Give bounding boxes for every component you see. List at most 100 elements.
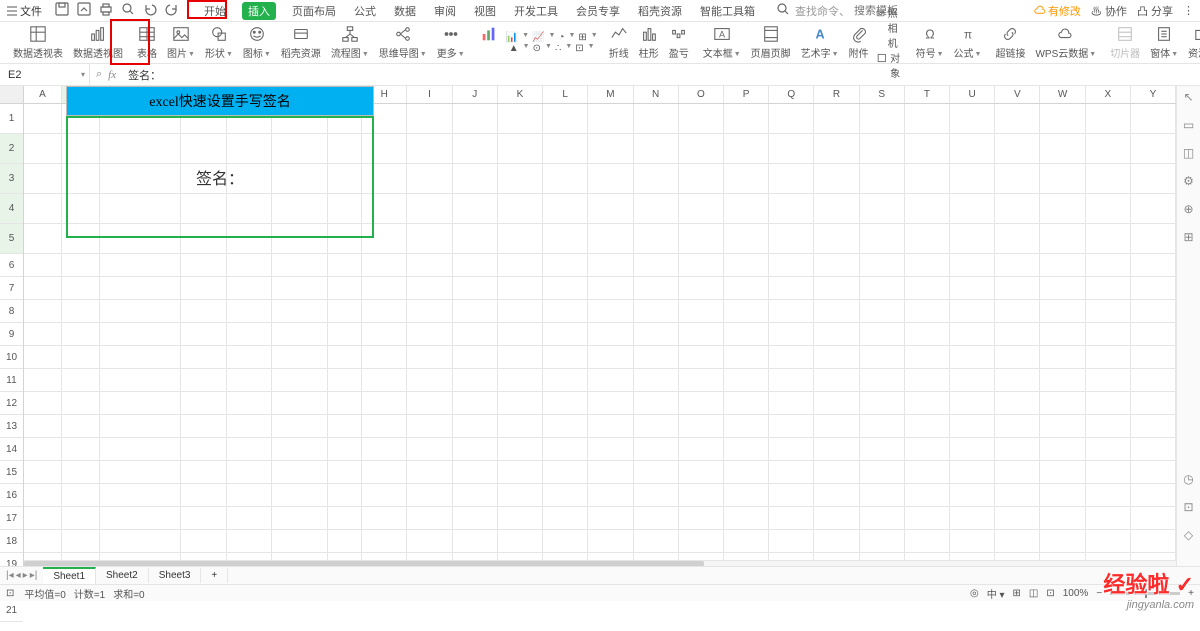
unsaved-changes[interactable]: 有修改 [1034,3,1081,19]
zoom-in-icon[interactable]: + [1188,588,1194,599]
row-header-18[interactable]: 18 [0,530,23,553]
formula-input[interactable]: 签名： [122,67,1200,83]
row-header-21[interactable]: 21 [0,599,23,622]
btn-shape[interactable]: 形状▼ [200,22,238,63]
merged-title-cell[interactable]: excel快速设置手写签名 [66,86,374,116]
row-header-10[interactable]: 10 [0,346,23,369]
backup-icon[interactable]: ⊕ [1183,202,1193,216]
name-box[interactable]: E2 [0,64,90,85]
tab-formula[interactable]: 公式 [352,1,378,21]
print-preview-icon[interactable] [120,1,136,20]
row-header-15[interactable]: 15 [0,461,23,484]
row-header-14[interactable]: 14 [0,438,23,461]
btn-equation[interactable]: π公式▼ [949,22,987,63]
row-header-2[interactable]: 2 [0,134,23,164]
row-header-3[interactable]: 3 [0,164,23,194]
tab-data[interactable]: 数据 [392,1,418,21]
tab-pagelayout[interactable]: 页面布局 [290,1,338,21]
selection-pane-icon[interactable]: ▭ [1183,118,1194,132]
btn-attachment[interactable]: 附件 [844,22,874,63]
cancel-fx-icon[interactable]: ⌕ [96,68,102,81]
signature-selection-box[interactable]: 签名： [66,116,374,238]
view-eye-icon[interactable]: ◎ [970,588,979,599]
btn-sparkline-column[interactable]: 柱形 [634,22,664,63]
col-header-N[interactable]: N [634,86,679,103]
btn-picture[interactable]: 图片▼ [162,22,200,63]
save-as-icon[interactable] [76,1,92,20]
tab-next-icon[interactable]: ▸ [23,570,28,581]
col-header-A[interactable]: A [24,86,62,103]
view-normal-icon[interactable]: ⊞ [1013,588,1021,599]
btn-icon[interactable]: 图标▼ [238,22,276,63]
tab-last-icon[interactable]: ▸| [30,570,38,581]
feedback-icon[interactable]: ⊡ [1183,500,1193,514]
col-header-O[interactable]: O [679,86,724,103]
btn-symbol[interactable]: Ω符号▼ [911,22,949,63]
select-all-corner[interactable] [0,86,23,104]
btn-wps-cloud[interactable]: WPS云数据▼ [1030,22,1101,63]
add-sheet-button[interactable]: + [201,568,228,583]
col-header-I[interactable]: I [407,86,452,103]
print-icon[interactable] [98,1,114,20]
sheet-tab-3[interactable]: Sheet3 [149,568,202,583]
tab-review[interactable]: 审阅 [432,1,458,21]
row-header-17[interactable]: 17 [0,507,23,530]
tab-start[interactable]: 开始 [202,1,228,21]
btn-sparkline-winloss[interactable]: 盈亏 [664,22,694,63]
collab-button[interactable]: ♨ 协作 [1091,3,1127,19]
settings-icon[interactable]: ⚙ [1183,174,1194,188]
tab-view[interactable]: 视图 [472,1,498,21]
zoom-label[interactable]: 100% [1063,588,1089,599]
col-header-T[interactable]: T [905,86,950,103]
mini-chart-row1[interactable]: 📊▼ 📈▼ ◔▼ ⊞▼ [506,32,598,43]
collapse-ribbon-icon[interactable]: ⌃ [1186,50,1194,61]
tips-icon[interactable]: ◇ [1184,528,1193,542]
search-box[interactable]: 查找命令、 [775,1,934,20]
col-header-Y[interactable]: Y [1131,86,1176,103]
btn-sparkline-line[interactable]: 折线 [604,22,634,63]
share-button[interactable]: 凸 分享 [1137,3,1173,19]
row-header-6[interactable]: 6 [0,254,23,277]
col-header-K[interactable]: K [498,86,543,103]
col-header-U[interactable]: U [950,86,995,103]
sheet-tab-2[interactable]: Sheet2 [96,568,149,583]
tab-resource[interactable]: 稻壳资源 [636,1,684,21]
fx-icon[interactable]: fx [108,69,116,81]
col-header-J[interactable]: J [453,86,498,103]
tab-first-icon[interactable]: |◂ [6,570,14,581]
undo-icon[interactable] [142,1,158,20]
sheet-tab-1[interactable]: Sheet1 [43,567,96,584]
more-menu-icon[interactable]: ⋮ [1183,4,1194,17]
row-header-11[interactable]: 11 [0,369,23,392]
btn-textbox[interactable]: A文本框▼ [698,22,746,63]
col-header-L[interactable]: L [543,86,588,103]
zoom-out-icon[interactable]: − [1096,588,1102,599]
btn-hyperlink[interactable]: 超链接 [990,22,1030,63]
btn-chart-gallery[interactable]: 更多 [474,22,504,63]
row-header-7[interactable]: 7 [0,277,23,300]
view-pagebreak-icon[interactable]: ⊡ [1046,588,1054,599]
row-header-4[interactable]: 4 [0,194,23,224]
btn-pivot-table[interactable]: 数据透视表 [8,22,68,63]
btn-slicer[interactable]: 切片器 [1105,22,1145,63]
view-cn-icon[interactable]: 中 ▾ [987,586,1005,601]
col-header-P[interactable]: P [724,86,769,103]
row-header-5[interactable]: 5 [0,224,23,254]
sync-icon[interactable]: ◷ [1183,472,1193,486]
btn-more[interactable]: 更多▼ [432,22,470,63]
layers-icon[interactable]: ⊞ [1183,230,1193,244]
redo-icon[interactable] [164,1,180,20]
col-header-M[interactable]: M [588,86,633,103]
zoom-slider[interactable] [1110,592,1180,595]
row-header-12[interactable]: 12 [0,392,23,415]
btn-form[interactable]: 窗体▼ [1145,22,1183,63]
select-tool-icon[interactable]: ↖ [1183,90,1193,104]
btn-mindmap[interactable]: 思维导图▼ [374,22,432,63]
btn-wordart[interactable]: A艺术字▼ [796,22,844,63]
row-header-16[interactable]: 16 [0,484,23,507]
col-header-V[interactable]: V [995,86,1040,103]
col-header-S[interactable]: S [860,86,905,103]
status-mode-icon[interactable]: ⊡ [6,588,14,599]
mini-chart-row2[interactable]: ▲▼ ⊙▼ ∴▼ ⊡▼ [509,43,595,54]
save-icon[interactable] [54,1,70,20]
